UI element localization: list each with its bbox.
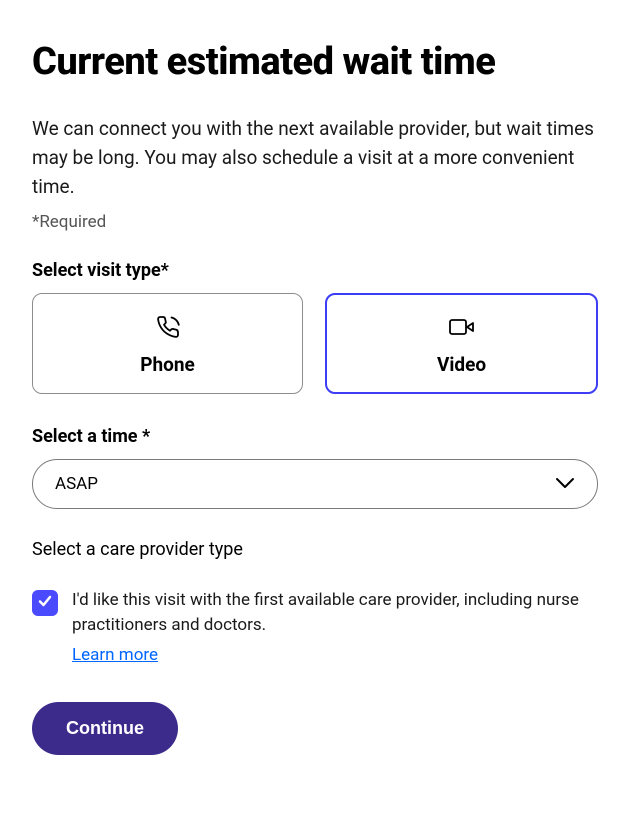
first-available-checkbox[interactable] [32,590,58,616]
intro-text: We can connect you with the next availab… [32,114,598,202]
time-select-label: Select a time * [32,426,598,447]
phone-icon [156,313,180,341]
visit-option-video-label: Video [437,353,486,376]
visit-type-label: Select visit type* [32,260,598,281]
chevron-down-icon [555,474,575,494]
required-note: *Required [32,212,598,232]
first-available-text-wrap: I'd like this visit with the first avail… [72,588,598,669]
provider-type-label: Select a care provider type [32,539,598,560]
visit-type-options: Phone Video [32,293,598,394]
time-select[interactable]: ASAP [32,459,598,509]
visit-option-phone[interactable]: Phone [32,293,303,394]
first-available-row: I'd like this visit with the first avail… [32,588,598,669]
learn-more-link[interactable]: Learn more [72,643,158,669]
video-icon [449,313,475,341]
time-select-value: ASAP [55,474,98,494]
check-icon [37,593,53,613]
page-title: Current estimated wait time [32,40,598,86]
first-available-text: I'd like this visit with the first avail… [72,590,579,636]
visit-option-video[interactable]: Video [325,293,598,394]
visit-option-phone-label: Phone [140,353,195,376]
continue-button[interactable]: Continue [32,702,178,755]
